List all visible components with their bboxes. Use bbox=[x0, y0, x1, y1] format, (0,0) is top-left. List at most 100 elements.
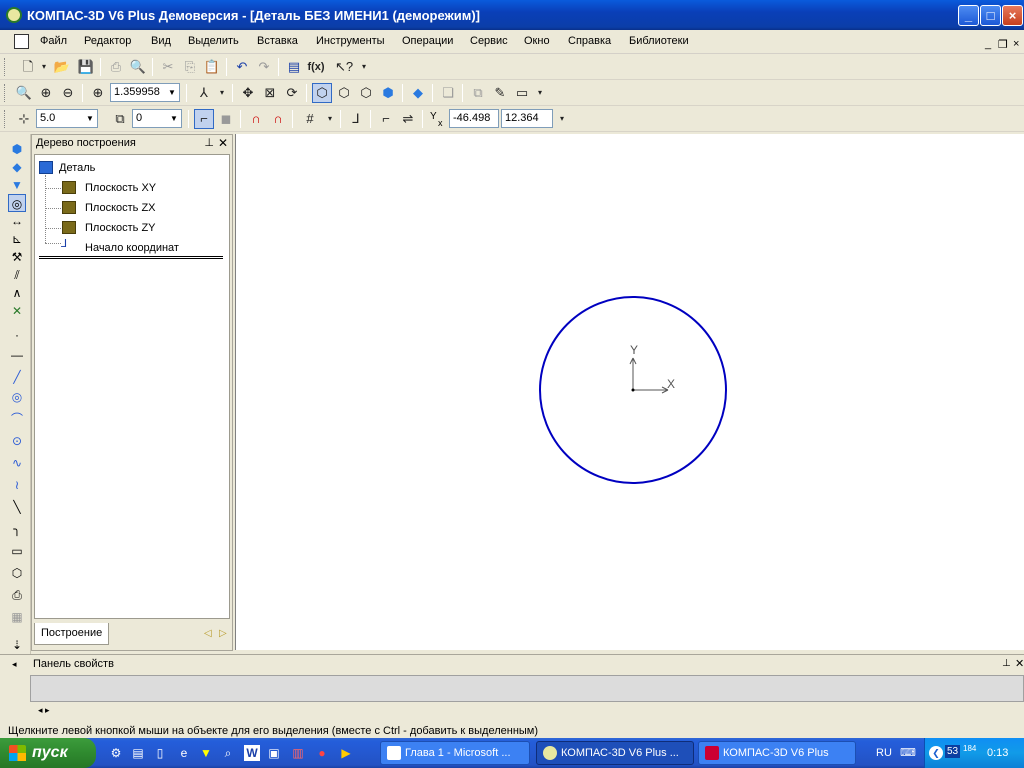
chevron-down-icon[interactable]: ▼ bbox=[165, 84, 179, 101]
strip-scroll-icon[interactable]: ⇣ bbox=[8, 636, 26, 654]
zoom-in-icon[interactable]: ⊕ bbox=[36, 83, 56, 103]
layer-icon[interactable]: ⧉ bbox=[110, 109, 130, 129]
maximize-button[interactable]: □ bbox=[980, 5, 1001, 26]
properties-scroll-arrows-icon[interactable]: ◂ ▸ bbox=[38, 705, 50, 716]
spline-icon[interactable]: ∿ bbox=[8, 454, 26, 472]
show-all-icon[interactable]: ⊠ bbox=[260, 83, 280, 103]
tree-root-label[interactable]: Деталь bbox=[59, 162, 95, 174]
disabled-tool-icon[interactable]: ▦ bbox=[8, 608, 26, 626]
calculator-icon[interactable]: ▤ bbox=[284, 57, 304, 77]
panel-icon[interactable]: ▭ bbox=[512, 83, 532, 103]
extrude-icon[interactable]: ⬢ bbox=[8, 140, 26, 158]
tree-item-plane-zx[interactable]: Плоскость ZX bbox=[85, 202, 156, 214]
tree-item-plane-xy[interactable]: Плоскость XY bbox=[85, 182, 156, 194]
quicklaunch-word-icon[interactable]: W bbox=[244, 745, 260, 761]
orientation-icon[interactable]: ⅄ bbox=[194, 83, 214, 103]
tab-construction[interactable]: Построение bbox=[34, 623, 109, 645]
quicklaunch-media-icon[interactable]: ● bbox=[314, 745, 330, 761]
quicklaunch-funnel-icon[interactable]: ▼ bbox=[198, 745, 214, 761]
tree-item-plane-zy[interactable]: Плоскость ZY bbox=[85, 222, 156, 234]
menu-operations[interactable]: Операции bbox=[402, 35, 453, 47]
minimize-button[interactable]: _ bbox=[958, 5, 979, 26]
quicklaunch-player-icon[interactable]: ▶ bbox=[338, 745, 354, 761]
arc-icon[interactable]: ⌒ bbox=[8, 410, 26, 428]
circle-icon[interactable]: ◎ bbox=[8, 388, 26, 406]
sketch-geometry-icon[interactable]: ◎ bbox=[8, 194, 26, 212]
mdi-close-button[interactable]: × bbox=[1013, 38, 1019, 50]
shaded-view-icon[interactable]: ⬢ bbox=[378, 83, 398, 103]
section-icon[interactable]: ❏ bbox=[438, 83, 458, 103]
orientation-dropdown-icon[interactable]: ▾ bbox=[212, 83, 232, 103]
task-kompas-second[interactable]: КОМПАС-3D V6 Plus bbox=[698, 741, 856, 765]
coord-x-field[interactable]: -46.498 bbox=[449, 109, 499, 128]
function-fx-icon[interactable]: f(x) bbox=[306, 57, 326, 77]
mdi-minimize-button[interactable]: _ bbox=[985, 38, 991, 50]
zoom-scale-field[interactable]: 1.359958 ▼ bbox=[110, 83, 180, 102]
local-cs-icon[interactable]: ⅃ bbox=[346, 109, 366, 129]
rotate-body-icon[interactable]: ◆ bbox=[8, 158, 26, 176]
zoom-out-icon[interactable]: ⊖ bbox=[58, 83, 78, 103]
close-button[interactable]: × bbox=[1002, 5, 1023, 26]
help-dropdown-icon[interactable]: ▾ bbox=[354, 57, 374, 77]
hidden-lines-icon[interactable]: ⬡ bbox=[334, 83, 354, 103]
segment-icon[interactable]: ╱ bbox=[8, 368, 26, 386]
close-icon[interactable]: ✕ bbox=[1015, 657, 1024, 670]
coord-dropdown-icon[interactable]: ▾ bbox=[552, 109, 572, 129]
clock[interactable]: 0:13 bbox=[987, 747, 1008, 759]
close-icon[interactable]: ✕ bbox=[218, 136, 228, 150]
filter-tree-icon[interactable]: ▼ bbox=[8, 176, 26, 194]
model-canvas[interactable]: Y X bbox=[235, 134, 1024, 650]
constraint-icon[interactable]: ✕ bbox=[8, 302, 26, 320]
filter-icon[interactable]: ⧉ bbox=[468, 83, 488, 103]
menu-insert[interactable]: Вставка bbox=[257, 35, 298, 47]
document-icon[interactable] bbox=[14, 34, 29, 49]
paste-icon[interactable]: 📋 bbox=[202, 57, 222, 77]
menu-tools[interactable]: Инструменты bbox=[316, 35, 385, 47]
layer-field[interactable]: 0 ▼ bbox=[132, 109, 182, 128]
quicklaunch-explorer-icon[interactable]: ⚙ bbox=[108, 745, 124, 761]
polyline-icon[interactable]: ≀ bbox=[8, 476, 26, 494]
magnet-snap-icon[interactable]: ∩ bbox=[246, 109, 266, 129]
menu-help[interactable]: Справка bbox=[568, 35, 611, 47]
cursor-step-icon[interactable]: ⊹ bbox=[14, 109, 34, 129]
keyboard-icon[interactable]: ⌨ bbox=[900, 746, 916, 759]
point-icon[interactable]: · bbox=[8, 326, 26, 344]
quicklaunch-floppy-icon[interactable]: ▣ bbox=[266, 745, 282, 761]
chevron-down-icon[interactable]: ▼ bbox=[83, 110, 97, 127]
menu-editor[interactable]: Редактор bbox=[84, 35, 131, 47]
grid-dropdown-icon[interactable]: ▾ bbox=[320, 109, 340, 129]
menu-view[interactable]: Вид bbox=[151, 35, 171, 47]
sketch-fill-icon[interactable]: ◼ bbox=[216, 109, 236, 129]
rotate-icon[interactable]: ⟳ bbox=[282, 83, 302, 103]
zoom-scale-icon[interactable]: ⊕ bbox=[88, 83, 108, 103]
auxiliary-line-icon[interactable]: — bbox=[8, 346, 26, 364]
redo-icon[interactable]: ↷ bbox=[254, 57, 274, 77]
hidden-lines-thin-icon[interactable]: ⬡ bbox=[356, 83, 376, 103]
menu-service[interactable]: Сервис bbox=[470, 35, 508, 47]
cut-icon[interactable]: ✂ bbox=[158, 57, 178, 77]
cursor-step-field[interactable]: 5.0 ▼ bbox=[36, 109, 98, 128]
angle-icon[interactable]: ∧ bbox=[8, 284, 26, 302]
grid-icon[interactable]: # bbox=[300, 109, 320, 129]
parametric-icon[interactable]: ⇌ bbox=[398, 109, 418, 129]
print-preview-icon[interactable]: 🔍 bbox=[128, 57, 148, 77]
menu-select[interactable]: Выделить bbox=[188, 35, 239, 47]
zoom-window-icon[interactable]: 🔍 bbox=[14, 83, 34, 103]
task-kompas-main[interactable]: КОМПАС-3D V6 Plus ... bbox=[536, 741, 694, 765]
properties-area[interactable] bbox=[30, 675, 1024, 702]
print-icon[interactable]: ⎙ bbox=[106, 57, 126, 77]
open-folder-icon[interactable]: 📂 bbox=[52, 57, 72, 77]
kompas-app-icon[interactable] bbox=[6, 7, 22, 23]
chamfer-icon[interactable]: ╲ bbox=[8, 498, 26, 516]
toolbar-grip[interactable] bbox=[4, 58, 7, 76]
chevron-down-icon[interactable]: ▼ bbox=[167, 110, 181, 127]
menu-libraries[interactable]: Библиотеки bbox=[629, 35, 689, 47]
printer-tool-icon[interactable]: ⎙ bbox=[8, 586, 26, 604]
tab-scroll-right-icon[interactable]: ▷ bbox=[219, 628, 227, 639]
quicklaunch-pdf-icon[interactable]: ▥ bbox=[290, 745, 306, 761]
dimension-icon[interactable]: ↔ bbox=[8, 212, 26, 230]
task-word-document[interactable]: Глава 1 - Microsoft ... bbox=[380, 741, 530, 765]
pin-icon[interactable]: ⊥ bbox=[1002, 658, 1011, 669]
menu-window[interactable]: Окно bbox=[524, 35, 550, 47]
tree-item-origin[interactable]: Начало координат bbox=[85, 242, 179, 254]
